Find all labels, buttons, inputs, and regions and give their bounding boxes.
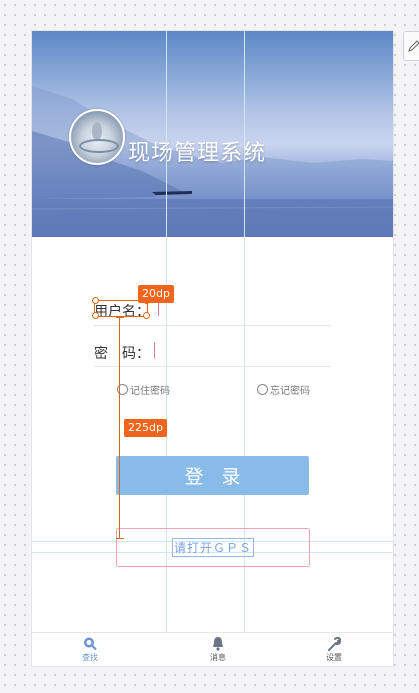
phone-screen: 现场管理系统 用户名： 密 码： 记住密码 忘记密码 登 录 请打开ＧＰＳ 20… <box>31 30 394 667</box>
layout-guide-vertical <box>166 31 167 666</box>
tab-search[interactable]: 查找 <box>82 636 98 663</box>
header-banner: 现场管理系统 <box>32 31 393 237</box>
login-button[interactable]: 登 录 <box>116 456 309 495</box>
wrench-icon <box>328 636 342 651</box>
resize-handle[interactable] <box>143 312 150 319</box>
dimension-line <box>119 317 120 539</box>
tab-settings[interactable]: 设置 <box>326 636 342 663</box>
avatar <box>69 109 125 165</box>
dimension-tick <box>116 317 124 318</box>
bottom-tabbar: 查找 消息 设置 <box>32 632 393 666</box>
bell-icon <box>213 637 223 651</box>
forget-password-option[interactable]: 忘记密码 <box>257 382 310 397</box>
resize-handle[interactable] <box>92 297 99 304</box>
annotation-badge: 225dp <box>124 419 167 437</box>
search-icon <box>84 637 97 651</box>
username-underline <box>94 325 331 326</box>
password-label: 密 码： <box>94 346 150 362</box>
pen-tool-tab[interactable] <box>403 31 419 61</box>
annotation-badge: 20dp <box>138 285 174 303</box>
dimension-tick <box>116 538 124 539</box>
tab-messages[interactable]: 消息 <box>210 636 226 663</box>
remember-password-option[interactable]: 记住密码 <box>117 382 170 397</box>
app-title: 现场管理系统 <box>128 141 267 166</box>
gps-button[interactable]: 请打开ＧＰＳ <box>116 528 310 567</box>
password-input[interactable] <box>154 342 155 358</box>
pen-icon <box>408 40 419 52</box>
resize-handle[interactable] <box>92 312 99 319</box>
radio-icon[interactable] <box>257 384 268 395</box>
gps-label: 请打开ＧＰＳ <box>171 538 255 557</box>
water-drop-icon <box>92 122 102 140</box>
password-underline <box>94 366 331 367</box>
layout-guide-vertical <box>244 31 245 666</box>
